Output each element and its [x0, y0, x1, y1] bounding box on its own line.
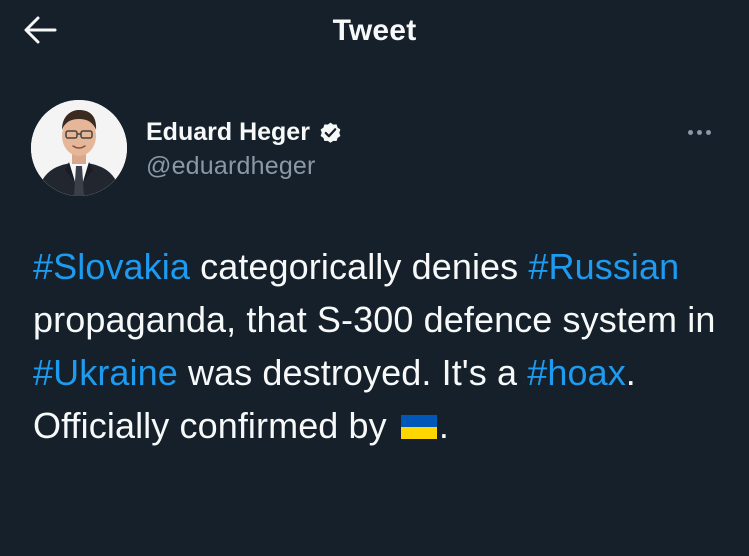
display-name[interactable]: Eduard Heger — [146, 118, 310, 147]
hashtag-link[interactable]: #Slovakia — [33, 246, 190, 287]
author-names: Eduard Heger @eduardheger — [146, 116, 343, 181]
tweet-text-segment: . — [438, 405, 449, 446]
tweet-text: #Slovakia categorically denies #Russian … — [33, 240, 723, 452]
ukraine-flag-emoji — [399, 403, 439, 439]
tweet-text-segment: was destroyed. It's a — [177, 352, 528, 393]
display-name-line: Eduard Heger — [146, 116, 343, 148]
handle[interactable]: @eduardheger — [146, 152, 343, 181]
tweet-text-segment: categorically denies — [190, 246, 529, 287]
page-title: Tweet — [332, 14, 417, 47]
more-options-icon — [705, 129, 711, 135]
hashtag-link[interactable]: #Ukraine — [33, 352, 178, 393]
top-bar: Tweet — [0, 0, 749, 66]
tweet-author: Eduard Heger @eduardheger — [0, 100, 749, 200]
verified-badge-icon — [318, 120, 343, 145]
avatar[interactable] — [31, 100, 127, 196]
more-options-button[interactable] — [683, 122, 715, 142]
more-options-icon — [696, 129, 702, 135]
tweet-text-segment: propaganda, that S-300 defence system in — [33, 299, 716, 340]
hashtag-link[interactable]: #hoax — [527, 352, 626, 393]
more-options-icon — [687, 129, 693, 135]
hashtag-link[interactable]: #Russian — [528, 246, 679, 287]
